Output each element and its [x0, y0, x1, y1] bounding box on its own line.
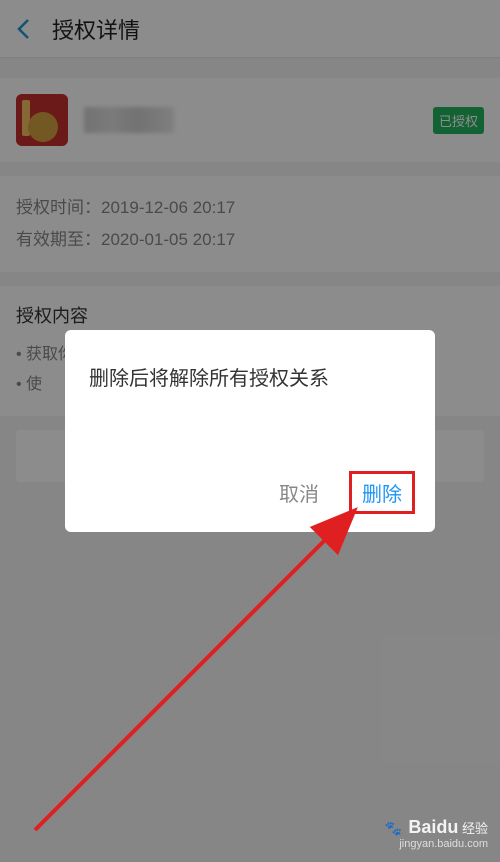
- watermark-suffix: 经验: [462, 821, 488, 836]
- dialog-message: 删除后将解除所有授权关系: [89, 362, 411, 391]
- dialog-buttons: 取消 删除: [89, 471, 411, 514]
- delete-button[interactable]: 删除: [362, 478, 402, 507]
- watermark-brand: 🐾Baidu 经验: [385, 817, 488, 838]
- watermark: 🐾Baidu 经验 jingyan.baidu.com: [385, 817, 488, 850]
- highlight-annotation: 删除: [349, 471, 415, 514]
- paw-icon: 🐾: [385, 820, 402, 837]
- modal-overlay: 删除后将解除所有授权关系 取消 删除: [0, 0, 500, 862]
- confirm-dialog: 删除后将解除所有授权关系 取消 删除: [65, 330, 435, 532]
- watermark-url: jingyan.baidu.com: [385, 838, 488, 850]
- cancel-button[interactable]: 取消: [279, 478, 319, 507]
